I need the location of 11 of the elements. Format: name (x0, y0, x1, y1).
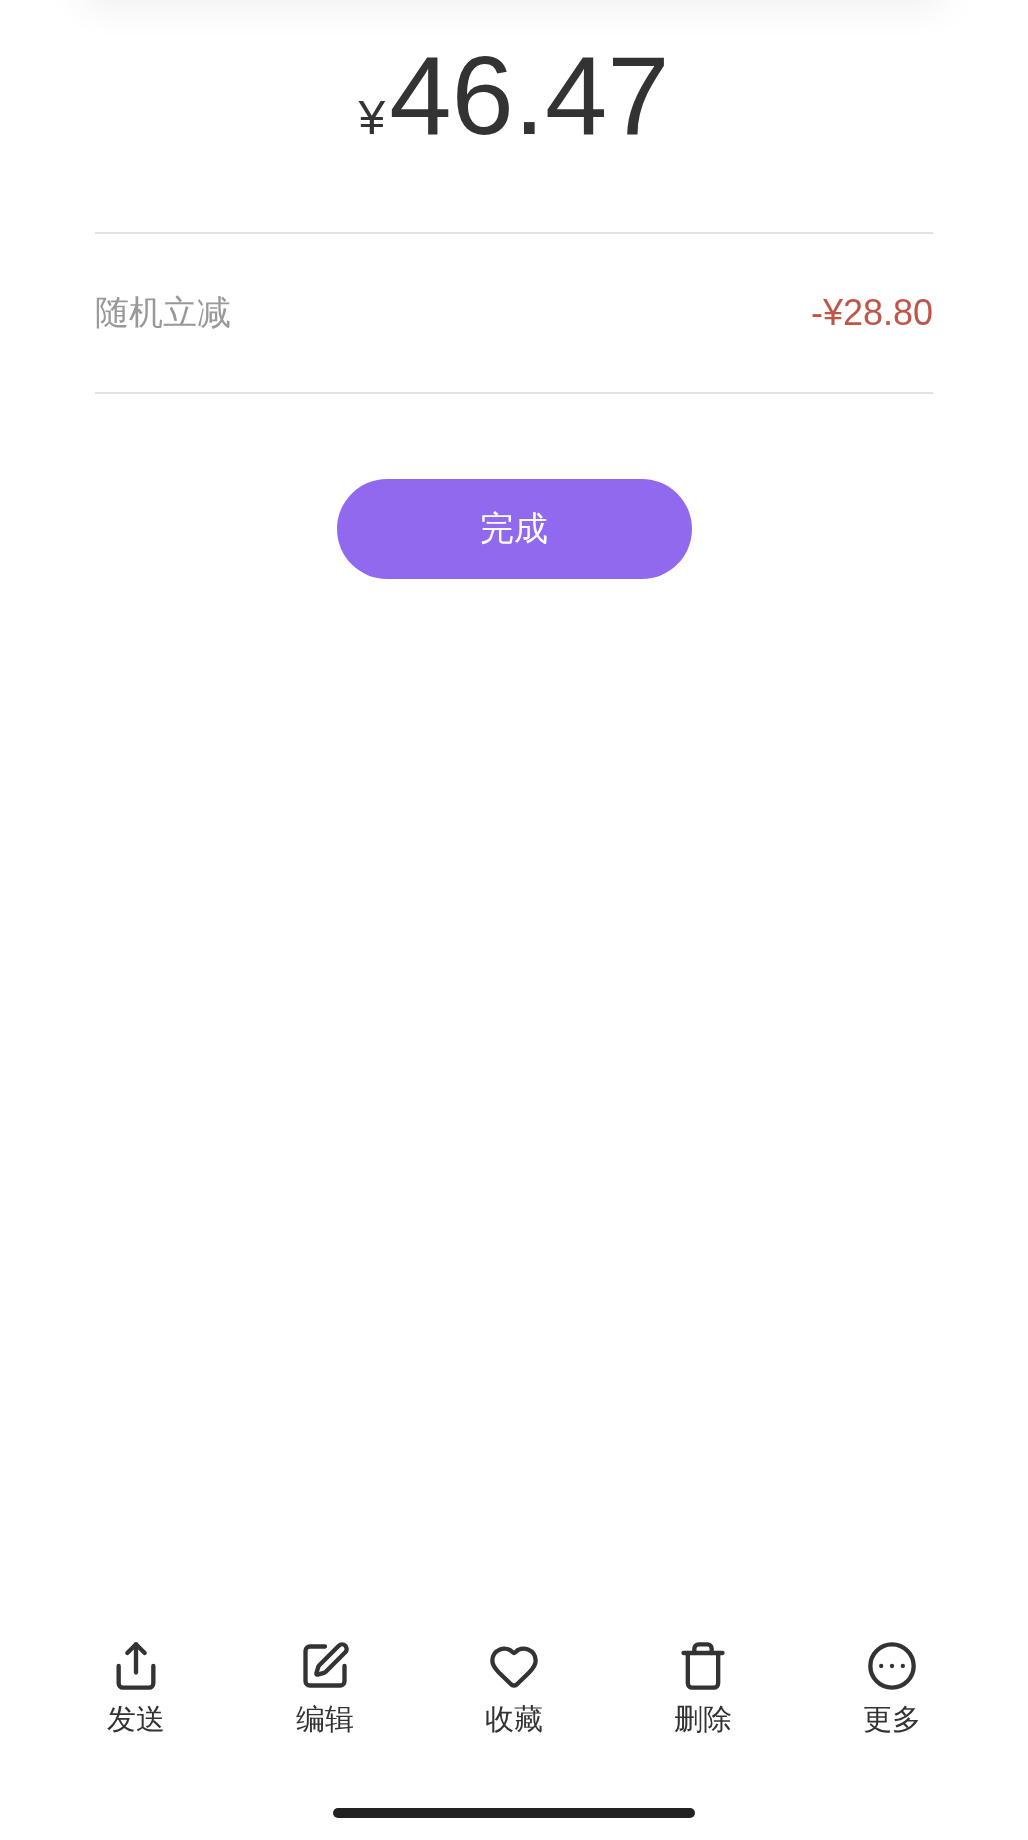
more-icon (865, 1640, 918, 1692)
edit-button[interactable]: 编辑 (230, 1640, 420, 1740)
favorite-button[interactable]: 收藏 (419, 1640, 609, 1740)
share-button[interactable]: 发送 (42, 1640, 231, 1740)
currency-symbol: ¥ (358, 90, 386, 145)
more-button[interactable]: 更多 (797, 1640, 986, 1740)
done-button[interactable]: 完成 (336, 479, 692, 579)
delete-button[interactable]: 删除 (608, 1640, 798, 1740)
discount-label: 随机立减 (95, 291, 231, 334)
amount-value: 46.47 (389, 40, 670, 152)
discount-value: -¥28.80 (810, 292, 933, 334)
